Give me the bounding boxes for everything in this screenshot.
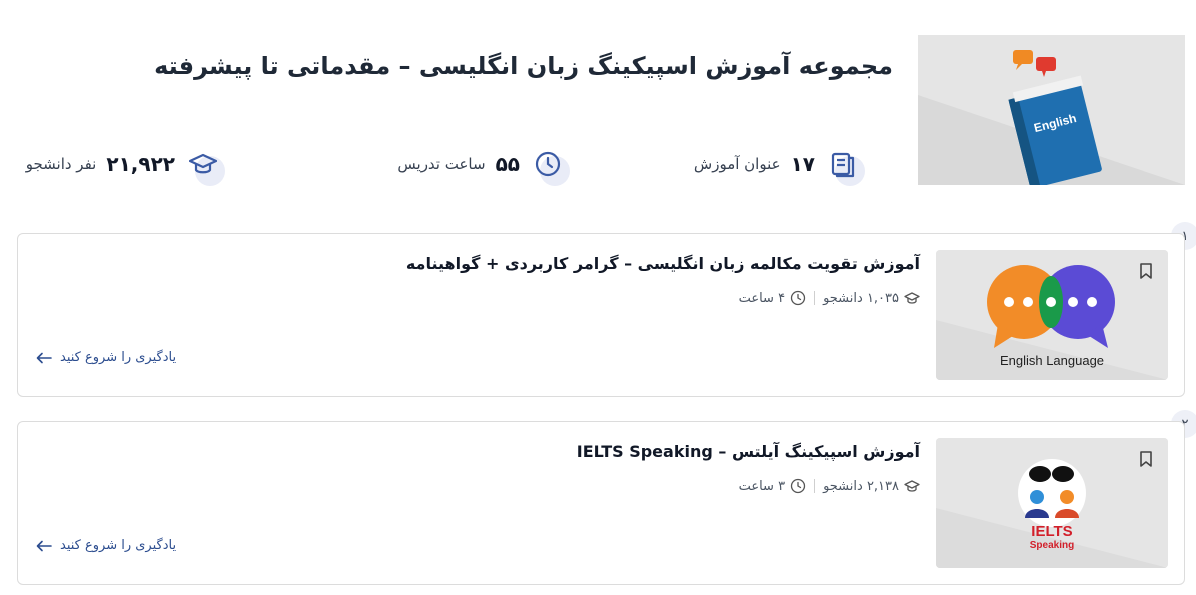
thumb-caption: IELTS [1031, 523, 1072, 540]
graduation-cap-icon [185, 146, 225, 186]
bookmark-icon[interactable] [1138, 450, 1154, 468]
stat-students: ۲۱,۹۲۲ نفر دانشجو [25, 146, 225, 186]
arrow-left-icon [36, 540, 52, 551]
bookmark-icon[interactable] [1138, 262, 1154, 280]
hours-unit: ساعت تدریس [397, 155, 486, 173]
students-count: ۲۱,۹۲۲ [106, 152, 175, 176]
clock-icon [790, 478, 806, 494]
meta-divider [814, 479, 816, 493]
course-card[interactable]: English Language آموزش تقویت مکالمه زبان… [17, 233, 1185, 397]
collection-cover-image: English [918, 35, 1185, 185]
clock-icon [530, 146, 570, 186]
course-duration: ۴ ساعت [739, 290, 807, 306]
start-learning-link[interactable]: یادگیری را شروع کنید [36, 538, 176, 553]
start-learning-label: یادگیری را شروع کنید [60, 538, 177, 553]
book-icon [825, 146, 865, 186]
course-title[interactable]: آموزش تقویت مکالمه زبان انگلیسی – گرامر … [406, 254, 920, 273]
course-thumbnail[interactable]: English Language [936, 250, 1168, 380]
start-learning-link[interactable]: یادگیری را شروع کنید [36, 350, 176, 365]
thumb-caption: English Language [1000, 353, 1104, 368]
students-unit: نفر دانشجو [25, 155, 97, 173]
page-title: مجموعه آموزش اسپیکینگ زبان انگلیسی – مقد… [154, 52, 893, 80]
course-meta: ۲,۱۳۸ دانشجو ۳ ساعت [739, 478, 920, 494]
clock-icon [790, 290, 806, 306]
courses-count: ۱۷ [790, 152, 815, 176]
course-duration-label: ۳ ساعت [738, 478, 786, 494]
start-learning-label: یادگیری را شروع کنید [60, 350, 177, 365]
graduation-cap-icon [904, 480, 920, 492]
course-students: ۱,۰۳۵ دانشجو [823, 290, 920, 306]
arrow-left-icon [36, 352, 52, 363]
stat-courses: ۱۷ عنوان آموزش [693, 146, 865, 186]
course-duration: ۳ ساعت [739, 478, 807, 494]
course-meta: ۱,۰۳۵ دانشجو ۴ ساعت [739, 290, 920, 306]
graduation-cap-icon [904, 292, 920, 304]
course-title[interactable]: آموزش اسپیکینگ آیلتس – IELTS Speaking [577, 442, 920, 461]
course-students-label: ۲,۱۳۸ دانشجو [823, 478, 899, 494]
hours-count: ۵۵ [495, 152, 520, 176]
stat-hours: ۵۵ ساعت تدریس [397, 146, 570, 186]
course-duration-label: ۴ ساعت [738, 290, 786, 306]
course-students: ۲,۱۳۸ دانشجو [823, 478, 920, 494]
course-card[interactable]: IELTS Speaking آموزش اسپیکینگ آیلتس – IE… [17, 421, 1185, 585]
course-thumbnail[interactable]: IELTS Speaking [936, 438, 1168, 568]
course-students-label: ۱,۰۳۵ دانشجو [823, 290, 899, 306]
courses-unit: عنوان آموزش [693, 155, 781, 173]
meta-divider [814, 291, 816, 305]
ielts-speaking-illustration: IELTS Speaking [936, 438, 1168, 568]
thumb-subcaption: Speaking [1030, 540, 1074, 551]
english-language-illustration: English Language [936, 250, 1168, 380]
english-book-illustration: English [918, 35, 1185, 185]
